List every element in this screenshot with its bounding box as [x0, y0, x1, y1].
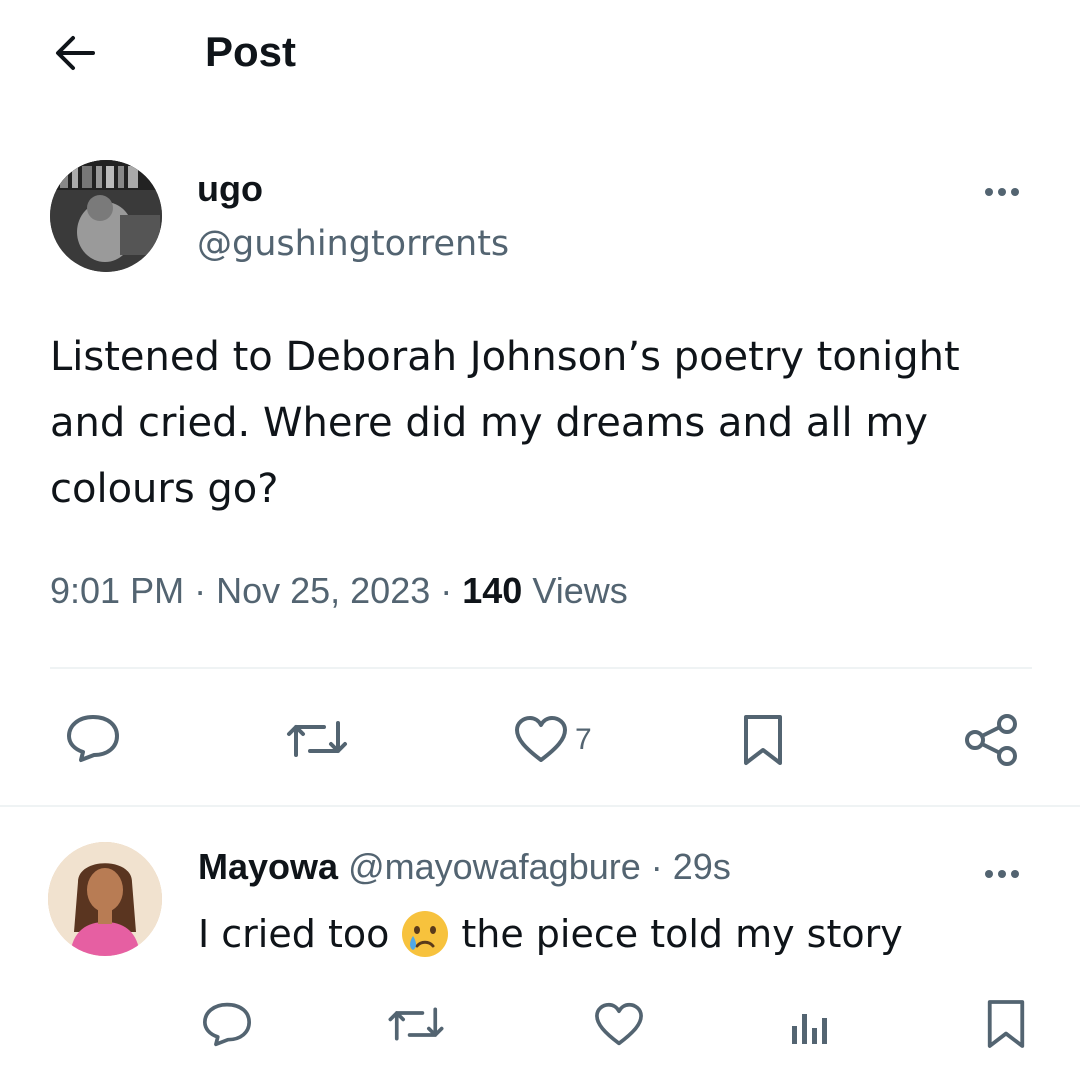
reply-reply-button[interactable]: [200, 1000, 254, 1048]
more-options-button[interactable]: [972, 170, 1032, 210]
repost-icon: [388, 1007, 444, 1041]
reply-views-button[interactable]: [788, 1000, 832, 1048]
reply-text-before: I cried too: [198, 912, 390, 956]
reply-text: I cried too the piece told my story: [198, 908, 903, 960]
reply-header: Mayowa @mayowafagbure · 29s: [198, 846, 731, 887]
author-handle[interactable]: @gushingtorrents: [197, 224, 509, 264]
post-time: 9:01 PM: [50, 570, 185, 611]
reply-like-button[interactable]: [593, 1002, 645, 1048]
post-date: Nov 25, 2023: [216, 570, 431, 611]
reply-avatar[interactable]: [48, 842, 162, 956]
reply-more-options-button[interactable]: [972, 852, 1032, 892]
author-name[interactable]: ugo: [197, 168, 263, 210]
more-dots-icon: [985, 870, 1019, 878]
like-button[interactable]: 7: [513, 715, 592, 765]
reply-repost-button[interactable]: [385, 1002, 447, 1046]
bookmark-icon: [744, 715, 782, 765]
avatar[interactable]: [50, 160, 162, 272]
more-dots-icon: [985, 188, 1019, 196]
page-title: Post: [205, 28, 297, 75]
reply-author-handle[interactable]: @mayowafagbure: [348, 846, 641, 887]
post-text: Listened to Deborah Johnson’s poetry ton…: [50, 334, 960, 512]
comment-icon: [67, 715, 119, 762]
like-count: 7: [575, 723, 592, 756]
heart-icon: [595, 1002, 643, 1046]
reply-button[interactable]: [64, 712, 122, 764]
share-button[interactable]: [962, 712, 1022, 768]
share-icon: [965, 714, 1017, 766]
reply-text-after: the piece told my story: [461, 912, 903, 956]
reply-time: 29s: [672, 846, 731, 887]
reply-author-name[interactable]: Mayowa: [198, 846, 338, 887]
repost-icon: [287, 721, 347, 757]
divider: [0, 805, 1080, 807]
comment-icon: [203, 1002, 251, 1047]
views-label: Views: [532, 570, 628, 611]
crying-face-icon: [402, 911, 449, 957]
bookmark-icon: [987, 1000, 1025, 1048]
views-count: 140: [462, 570, 523, 611]
repost-button[interactable]: [284, 715, 350, 763]
back-button[interactable]: [50, 30, 100, 76]
analytics-bar-icon: [792, 1014, 827, 1044]
bookmark-button[interactable]: [740, 713, 786, 767]
heart-icon: [515, 716, 567, 762]
arrow-left-icon: [56, 36, 95, 70]
reply-bookmark-button[interactable]: [984, 998, 1028, 1050]
divider: [50, 667, 1032, 669]
post-meta: 9:01 PM · Nov 25, 2023 · 140 Views: [50, 570, 628, 611]
